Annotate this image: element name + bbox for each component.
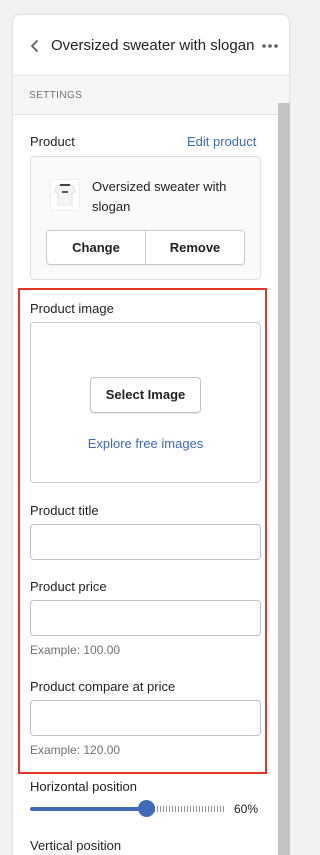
- product-label: Product: [30, 134, 75, 149]
- slider-filled-track: [30, 807, 148, 811]
- product-name: Oversized sweater with slogan: [92, 179, 227, 214]
- product-card: Oversized sweater with slogan Change Rem…: [30, 156, 261, 280]
- sweater-image: [53, 183, 77, 206]
- settings-section-header: SETTINGS: [13, 77, 289, 115]
- explore-free-images-link[interactable]: Explore free images: [31, 436, 260, 451]
- product-title-label: Product title: [30, 503, 99, 518]
- change-button[interactable]: Change: [47, 231, 145, 264]
- remove-button[interactable]: Remove: [146, 231, 244, 264]
- compare-price-input[interactable]: [30, 700, 261, 736]
- slider-empty-track[interactable]: [148, 806, 226, 812]
- product-button-group: Change Remove: [46, 230, 245, 265]
- compare-price-label: Product compare at price: [30, 679, 176, 694]
- chevron-left-icon[interactable]: [29, 38, 41, 54]
- horizontal-position-value: 60%: [234, 802, 259, 816]
- product-title-input[interactable]: [30, 524, 261, 560]
- scrollbar[interactable]: [278, 103, 290, 855]
- product-price-help: Example: 100.00: [30, 643, 121, 657]
- select-image-button[interactable]: Select Image: [90, 377, 201, 413]
- product-price-label: Product price: [30, 579, 107, 594]
- product-image-label: Product image: [30, 301, 114, 316]
- edit-product-link[interactable]: Edit product: [187, 134, 256, 150]
- product-thumbnail: [50, 179, 80, 211]
- vertical-position-label: Vertical position: [30, 838, 122, 853]
- horizontal-dots-icon[interactable]: [262, 44, 278, 48]
- panel-header: Oversized sweater with slogan: [13, 15, 289, 76]
- compare-price-help: Example: 120.00: [30, 743, 121, 757]
- horizontal-position-label: Horizontal position: [30, 779, 137, 794]
- horizontal-position-slider-thumb[interactable]: [138, 800, 155, 817]
- section-title: SETTINGS: [29, 90, 83, 101]
- product-price-input[interactable]: [30, 600, 261, 636]
- theme-editor-panel: Oversized sweater with slogan SETTINGS P…: [12, 14, 290, 855]
- page-title: Oversized sweater with slogan: [51, 37, 255, 54]
- image-picker: Select Image Explore free images: [30, 322, 261, 483]
